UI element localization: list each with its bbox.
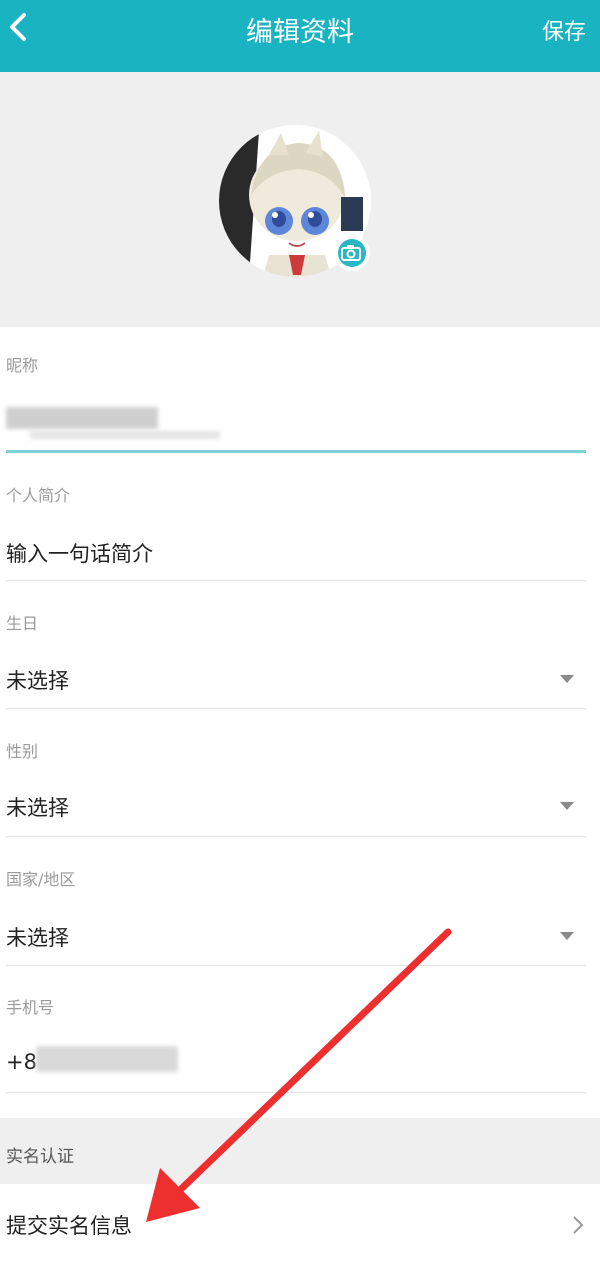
chevron-right-icon [573,1216,584,1234]
phone-redacted [36,1046,178,1072]
birthday-value: 未选择 [6,669,69,693]
nickname-underline [6,450,586,453]
camera-icon [341,245,361,261]
nickname-input[interactable] [0,395,590,451]
avatar-section [0,72,600,327]
save-button[interactable]: 保存 [542,14,586,46]
birthday-select[interactable]: 未选择 [0,655,600,707]
bio-label: 个人简介 [6,486,71,505]
triangle-down-icon [560,802,574,810]
phone-label: 手机号 [6,998,55,1017]
nickname-redacted-tail [30,431,220,439]
back-button[interactable] [0,0,56,56]
change-avatar-button[interactable] [334,235,370,271]
gender-value: 未选择 [6,796,69,820]
region-value: 未选择 [6,926,69,950]
submit-real-name-label: 提交实名信息 [6,1214,132,1238]
real-name-section-header: 实名认证 [0,1118,600,1184]
triangle-down-icon [560,932,574,940]
top-bar: 编辑资料 保存 [0,0,600,72]
phone-input[interactable]: +8 [0,1040,600,1090]
birthday-divider [6,708,586,709]
gender-select[interactable]: 未选择 [0,782,600,834]
bio-input[interactable]: 输入一句话简介 [6,538,153,568]
phone-divider [6,1092,586,1093]
page-title: 编辑资料 [246,17,354,48]
region-label: 国家/地区 [6,870,76,889]
nickname-label: 昵称 [6,356,39,375]
region-select[interactable]: 未选择 [0,912,600,964]
nickname-redacted [6,407,158,429]
chevron-left-icon [10,13,26,41]
phone-value: +8 [6,1050,37,1074]
real-name-section-title: 实名认证 [6,1147,74,1167]
birthday-label: 生日 [6,614,39,633]
region-divider [6,965,586,966]
gender-divider [6,836,586,837]
bio-divider [6,580,586,581]
triangle-down-icon [560,675,574,683]
gender-label: 性别 [6,742,39,761]
submit-real-name-row[interactable]: 提交实名信息 [0,1185,600,1262]
